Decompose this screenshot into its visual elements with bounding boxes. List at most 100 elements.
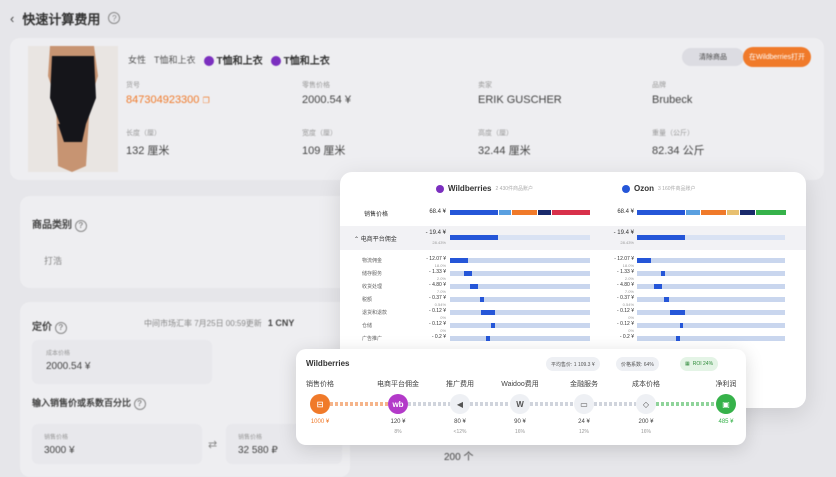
flow-step-percent: 16% — [514, 429, 525, 435]
breakdown-value: - 0.12 ¥ — [617, 308, 634, 314]
open-in-wildberries-button[interactable]: 在Wildberries打开 — [743, 47, 811, 67]
breakdown-value: - 0.37 ¥ — [617, 295, 634, 301]
breakdown-percent: 0.54% — [622, 302, 634, 307]
megaphone-icon: ◀ — [450, 394, 470, 414]
flow-connector — [530, 402, 574, 406]
breakdown-value: - 1.33 ¥ — [617, 269, 634, 275]
cost-price-field[interactable]: 成本价格 2000.54 ¥ — [32, 340, 212, 384]
breakdown-bar-track — [450, 310, 590, 315]
breakdown-bar-track — [637, 258, 785, 263]
flow-step-percent: 12% — [578, 429, 589, 435]
breakdown-value: - 0.2 ¥ — [431, 334, 446, 340]
breakdown-percent: 18.0% — [622, 263, 634, 268]
flow-step-value: 24 ¥ — [578, 419, 590, 425]
chevron-up-icon: ⌃ — [354, 237, 360, 243]
flow-step-label: 金融服务 — [570, 381, 598, 388]
breakdown-value: - 12.07 ¥ — [426, 256, 446, 262]
commission-label[interactable]: ⌃ 电商平台佣金 — [354, 234, 397, 243]
tag-ozon[interactable]: T恤和上衣 — [270, 52, 330, 67]
flow-step-label: 销售价格 — [306, 381, 334, 388]
seller-field: 卖家 ERIK GUSCHER — [478, 82, 562, 106]
breakdown-percent: 0% — [440, 328, 446, 333]
waidoo-logo-icon: W — [510, 394, 530, 414]
pricing-title: 定价 ? — [32, 318, 67, 334]
cart-icon: ⊟ — [310, 394, 330, 414]
breakdown-bar-fill — [670, 310, 685, 315]
breakdown-bar-track — [637, 323, 785, 328]
breakdown-bar-track — [637, 297, 785, 302]
sku-value[interactable]: 847304923300 ❐ — [126, 94, 210, 106]
row-label: 销售价格 — [364, 212, 389, 218]
breakdown-bar-track — [450, 297, 590, 302]
category-input[interactable]: 打浩 — [44, 254, 62, 267]
breakdown-bar-fill — [470, 284, 478, 289]
sale-price-input[interactable]: 销售价格 3000 ¥ — [32, 424, 202, 464]
weight-field: 重量（公斤） 82.34 公斤 — [652, 130, 705, 157]
tag-category: T恤和上衣 — [154, 55, 196, 65]
flow-step-label: 推广费用 — [446, 381, 474, 388]
breakdown-bar-fill — [661, 271, 665, 276]
flow-step-label: Waidoo费用 — [501, 381, 539, 388]
breakdown-row-label: 退货和退款 — [362, 310, 388, 316]
brand-field: 品牌 Brubeck — [652, 82, 693, 106]
flow-step-value: 90 ¥ — [514, 419, 526, 425]
breakdown-value: - 0.12 ¥ — [617, 321, 634, 327]
length-field: 长度（厘） 132 厘米 — [126, 130, 170, 157]
flow-step-value: 1000 ¥ — [310, 419, 330, 425]
tag-wb[interactable]: T恤和上衣 — [203, 52, 263, 67]
flow-step-percent: 8% — [394, 429, 402, 435]
clear-product-button[interactable]: 清除商品 — [682, 48, 744, 66]
help-icon: ? — [74, 219, 87, 232]
swap-icon[interactable]: ⇄ — [208, 438, 217, 451]
wildberries-icon — [436, 184, 444, 193]
ozon-header: Ozon 3 160件商品账户 — [622, 184, 696, 193]
sku-field: 货号 847304923300 ❐ — [126, 82, 210, 106]
breakdown-value: - 4.80 ¥ — [429, 282, 446, 288]
breakdown-row-label: 仓储 — [362, 323, 373, 329]
ozon-icon — [622, 184, 630, 193]
breakdown-bar-fill — [491, 323, 495, 328]
breakdown-bar-fill — [480, 297, 484, 302]
wildberries-header: Wildberries 2 430件商品账户 — [436, 184, 533, 193]
breakdown-bar-fill — [654, 284, 662, 289]
breakdown-bar-fill — [464, 271, 472, 276]
breakdown-bar-track — [450, 258, 590, 263]
input-sale-title: 输入销售价或系数百分比 ? — [32, 396, 146, 410]
breakdown-row-label: 储存服务 — [362, 271, 383, 277]
help-icon: ? — [54, 321, 67, 334]
breakdown-bar-fill — [664, 297, 669, 302]
quantity-value[interactable]: 200 个 — [444, 448, 473, 463]
copy-icon: ❐ — [202, 96, 210, 105]
chevron-left-icon[interactable]: ‹ — [10, 11, 14, 26]
category-title: 商品类别 ? — [32, 216, 87, 232]
breakdown-percent: 2.0% — [624, 276, 634, 281]
exchange-rate: 中间市场汇率 7月25日 00:59更新 1 CNY — [144, 318, 295, 328]
flow-step-percent: 16% — [640, 429, 651, 435]
breakdown-bar-track — [450, 323, 590, 328]
flow-step-value: 485 ¥ — [718, 419, 734, 425]
price-coef-badge: 价格系数: 64% — [616, 357, 659, 371]
breakdown-bar-track — [450, 336, 590, 341]
breakdown-value: - 0.37 ¥ — [429, 295, 446, 301]
flow-step-value: 120 ¥ — [390, 419, 406, 425]
product-image — [28, 46, 118, 172]
flow-connector — [408, 402, 450, 406]
flow-connector — [470, 402, 510, 406]
chart-icon: ▦ — [685, 361, 690, 367]
flow-step-value: 80 ¥ — [454, 419, 466, 425]
breakdown-percent: 2.0% — [436, 276, 446, 281]
profit-flow-card: Wildberries 平均售价: 1 109.3 ¥ 价格系数: 64% ▦ R… — [296, 349, 746, 445]
breakdown-percent: 7.0% — [436, 289, 446, 294]
ozon-icon — [270, 56, 281, 67]
tag-gender: 女性 — [128, 55, 147, 65]
flow-step-percent: <12% — [453, 429, 467, 435]
tag-icon: ◇ — [636, 394, 656, 414]
flow-step-value: 200 ¥ — [638, 419, 654, 425]
height-field: 高度（厘） 32.44 厘米 — [478, 130, 531, 157]
breakdown-percent: 7.0% — [624, 289, 634, 294]
breakdown-row-label: 税额 — [362, 297, 373, 303]
card-icon: ▭ — [574, 394, 594, 414]
roi-badge: ▦ ROI 24% — [680, 357, 719, 371]
breakdown-value: - 12.07 ¥ — [614, 256, 634, 262]
help-icon[interactable]: ? — [108, 12, 121, 24]
